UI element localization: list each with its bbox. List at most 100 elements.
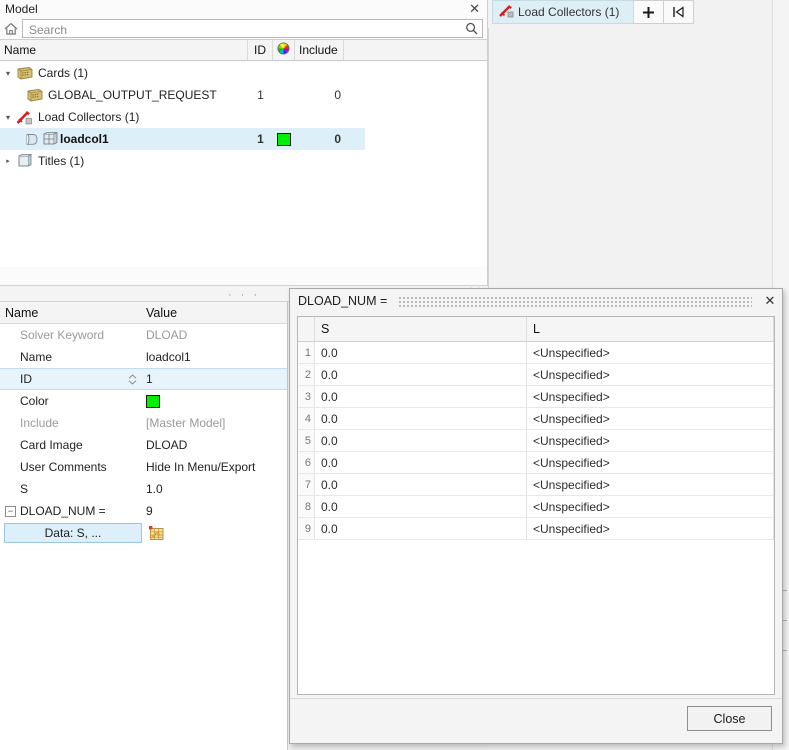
table-row[interactable]: 2 0.0 <Unspecified> — [298, 363, 774, 386]
column-header-name[interactable]: Name — [0, 40, 248, 60]
property-row-name[interactable]: Name loadcol1 — [0, 346, 287, 368]
dialog-table-container[interactable]: S L 1 0.0 <Unspecified> 2 0.0 <Unspecified> 3 0… — [297, 316, 775, 695]
twisty-expanded-icon[interactable]: ▾ — [0, 69, 16, 78]
property-row-data[interactable]: Data: S, ... — [0, 522, 287, 544]
property-value: DLOAD — [146, 328, 188, 342]
cell-l[interactable]: <Unspecified> — [526, 517, 774, 540]
tree-row[interactable]: ▸ Titles (1) — [0, 150, 487, 172]
cell-s[interactable]: 0.0 — [314, 429, 527, 452]
table-row[interactable]: 4 0.0 <Unspecified> — [298, 407, 774, 430]
add-button[interactable] — [634, 0, 665, 24]
cell-l[interactable]: <Unspecified> — [526, 363, 774, 386]
table-row[interactable]: 1 0.0 <Unspecified> — [298, 341, 774, 364]
property-row-solver-keyword[interactable]: Solver Keyword DLOAD — [0, 324, 287, 346]
column-header-l[interactable]: L — [526, 317, 774, 342]
column-header-include[interactable]: Include — [295, 40, 344, 60]
tree-row-loadcol1[interactable]: loadcol1 1 0 — [0, 128, 365, 150]
tree-row-id: 1 — [257, 88, 264, 102]
column-header-id[interactable]: ID — [248, 40, 273, 60]
table-row[interactable]: 5 0.0 <Unspecified> — [298, 429, 774, 452]
search-box[interactable] — [22, 19, 483, 39]
color-swatch[interactable] — [146, 394, 160, 408]
table-row[interactable]: 3 0.0 <Unspecified> — [298, 385, 774, 408]
twisty-expanded-icon[interactable]: ▾ — [0, 113, 16, 122]
row-number: 6 — [298, 451, 315, 474]
property-label: ID — [20, 372, 32, 386]
property-value[interactable]: 1 — [142, 372, 287, 386]
data-editor-button[interactable]: Data: S, ... — [4, 523, 142, 543]
close-icon[interactable]: ✕ — [762, 293, 778, 309]
dload-num-dialog: DLOAD_NUM = ✕ S L 1 0.0 <Unspecified> 2 0.0 <… — [289, 288, 783, 744]
model-tree[interactable]: ▾ Cards (1) GLOBAL_OUTPUT_REQUEST 1 0 ▾ … — [0, 62, 487, 267]
property-value[interactable]: 9 — [142, 504, 287, 518]
tree-row-include: 0 — [334, 132, 341, 146]
property-row-include[interactable]: Include [Master Model] — [0, 412, 287, 434]
cell-s[interactable]: 0.0 — [314, 517, 527, 540]
row-number: 1 — [298, 341, 315, 364]
table-row[interactable]: 7 0.0 <Unspecified> — [298, 473, 774, 496]
property-row-id[interactable]: ID 1 — [0, 368, 287, 390]
column-header-color[interactable] — [273, 40, 295, 60]
tree-column-header: Name ID Include — [0, 39, 487, 61]
cell-l[interactable]: <Unspecified> — [526, 451, 774, 474]
property-header-value: Value — [146, 305, 178, 320]
property-value[interactable]: 1.0 — [142, 482, 287, 496]
cell-s[interactable]: 0.0 — [314, 473, 527, 496]
app-root: Load Collectors (1) chevron-down-icon Mo… — [0, 0, 789, 750]
load-collector-icon — [16, 109, 34, 125]
model-browser-panel: Model ✕ Name — [0, 0, 488, 285]
close-button[interactable]: Close — [687, 706, 772, 731]
cell-l[interactable]: <Unspecified> — [526, 341, 774, 364]
property-row-dload-num[interactable]: − DLOAD_NUM = 9 — [0, 500, 287, 522]
home-icon[interactable] — [3, 21, 19, 37]
property-row-card-image[interactable]: Card Image DLOAD — [0, 434, 287, 456]
twisty-collapsed-icon[interactable]: ▸ — [0, 157, 16, 165]
entity-editor-panel: Name Value Solver Keyword DLOAD Name loa… — [0, 302, 288, 750]
property-value[interactable]: Hide In Menu/Export — [142, 460, 287, 474]
table-row[interactable]: 8 0.0 <Unspecified> — [298, 495, 774, 518]
cell-l[interactable]: <Unspecified> — [526, 407, 774, 430]
cell-s[interactable]: 0.0 — [314, 407, 527, 430]
collapse-group-icon[interactable]: − — [5, 505, 16, 517]
table-row[interactable]: 6 0.0 <Unspecified> — [298, 451, 774, 474]
property-value[interactable]: loadcol1 — [142, 350, 287, 364]
property-row-s[interactable]: S 1.0 — [0, 478, 287, 500]
dotted-grip-icon[interactable] — [399, 295, 752, 307]
search-icon[interactable] — [465, 22, 478, 35]
color-swatch[interactable] — [277, 132, 291, 146]
tree-row[interactable]: ▾ Cards (1) — [0, 62, 487, 84]
collapse-panel-button[interactable] — [664, 0, 695, 24]
cell-s[interactable]: 0.0 — [314, 363, 527, 386]
property-row-user-comments[interactable]: User Comments Hide In Menu/Export — [0, 456, 287, 478]
property-row-color[interactable]: Color — [0, 390, 287, 412]
spinner-icon[interactable] — [128, 373, 137, 385]
search-input[interactable] — [27, 20, 462, 39]
cell-s[interactable]: 0.0 — [314, 451, 527, 474]
column-header-s[interactable]: S — [314, 317, 527, 342]
entity-selector-button[interactable]: Load Collectors (1) chevron-down-icon — [492, 0, 635, 24]
tree-row[interactable]: ▾ Load Collectors (1) — [0, 106, 487, 128]
dialog-titlebar[interactable]: DLOAD_NUM = ✕ — [290, 289, 782, 313]
cell-s[interactable]: 0.0 — [314, 385, 527, 408]
table-row[interactable]: 9 0.0 <Unspecified> — [298, 517, 774, 540]
property-value[interactable] — [142, 394, 287, 408]
tree-row-color[interactable] — [273, 132, 295, 146]
row-number: 8 — [298, 495, 315, 518]
table-grid-icon[interactable] — [148, 525, 165, 542]
cell-s[interactable]: 0.0 — [314, 341, 527, 364]
cell-l[interactable]: <Unspecified> — [526, 473, 774, 496]
model-panel-title: Model — [5, 2, 38, 16]
property-value[interactable]: DLOAD — [142, 438, 287, 452]
dload-data-table: S L 1 0.0 <Unspecified> 2 0.0 <Unspecified> 3 0… — [298, 317, 774, 540]
entity-toolbar: Load Collectors (1) chevron-down-icon — [492, 0, 695, 26]
cell-l[interactable]: <Unspecified> — [526, 429, 774, 452]
cell-l[interactable]: <Unspecified> — [526, 385, 774, 408]
card-icon — [26, 87, 44, 103]
tree-row[interactable]: GLOBAL_OUTPUT_REQUEST 1 0 — [0, 84, 487, 106]
property-label: DLOAD_NUM = — [20, 504, 106, 518]
close-icon[interactable]: ✕ — [469, 0, 480, 18]
row-number: 3 — [298, 385, 315, 408]
cell-l[interactable]: <Unspecified> — [526, 495, 774, 518]
cell-s[interactable]: 0.0 — [314, 495, 527, 518]
visibility-icon[interactable] — [24, 131, 40, 147]
